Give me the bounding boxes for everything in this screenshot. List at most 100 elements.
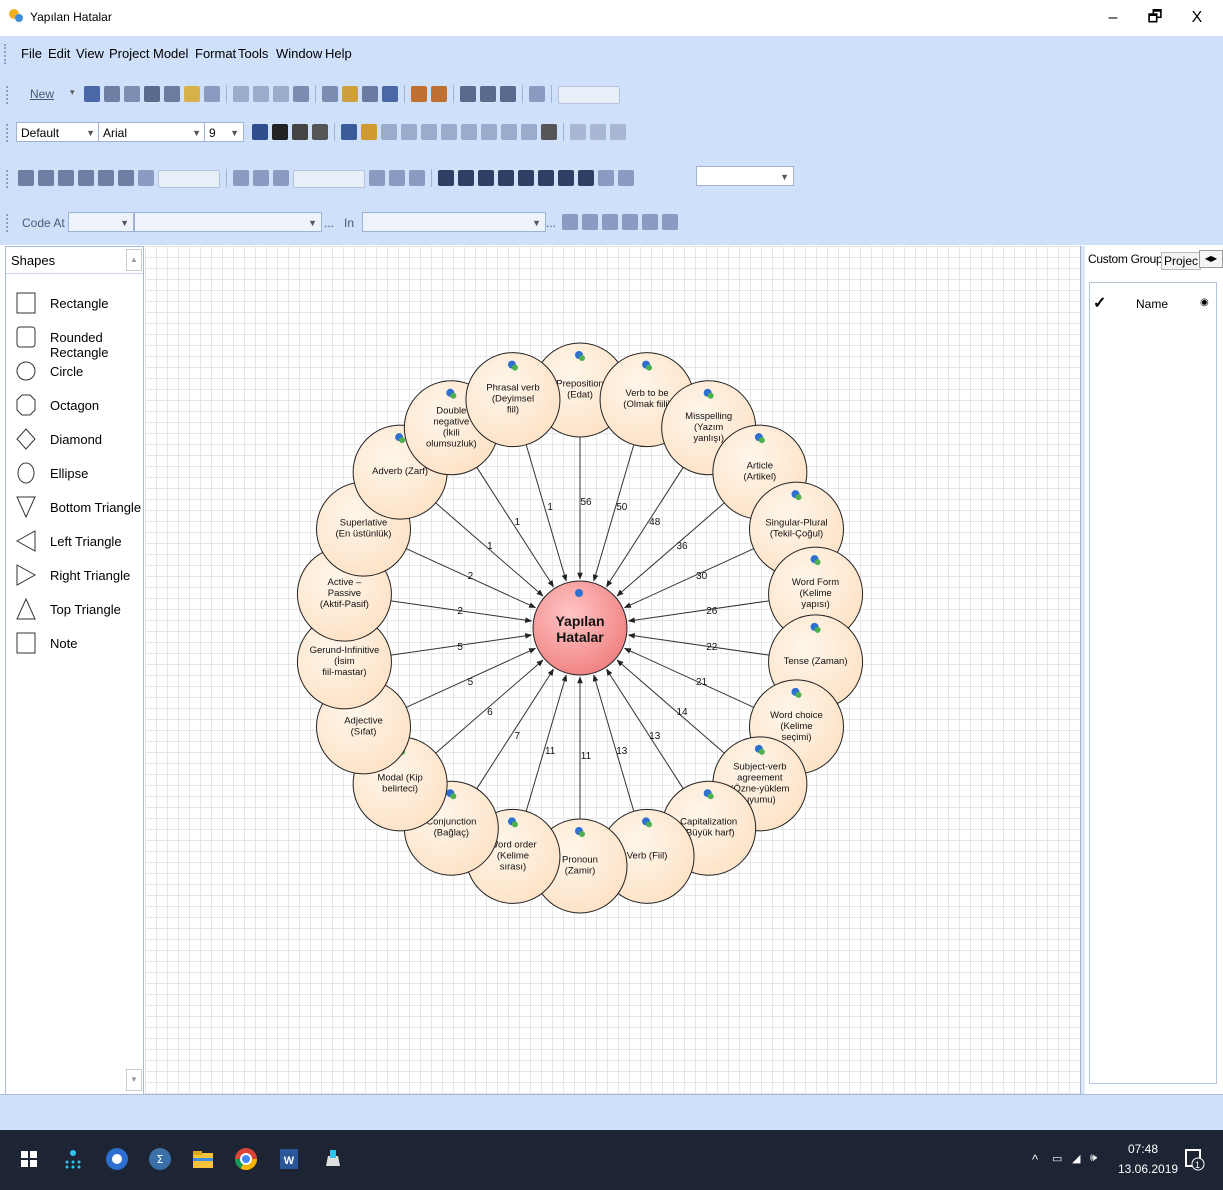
- word-icon[interactable]: W: [274, 1144, 304, 1174]
- relationship-arrow[interactable]: [525, 444, 568, 582]
- distribute-icon[interactable]: [253, 86, 269, 102]
- graph-icon[interactable]: [529, 86, 545, 102]
- rewind-icon[interactable]: [78, 170, 94, 186]
- scroll-down-button[interactable]: ▼: [126, 1069, 142, 1091]
- copy-icon[interactable]: [164, 86, 180, 102]
- print-icon[interactable]: [104, 86, 120, 102]
- shape-left-triangle[interactable]: Left Triangle: [6, 525, 143, 559]
- in-dropdown[interactable]: ▼: [362, 212, 546, 232]
- tray-monitor-icon[interactable]: ▭: [1052, 1152, 1062, 1165]
- shape-octagon[interactable]: Octagon: [6, 389, 143, 423]
- filter-icon[interactable]: [480, 86, 496, 102]
- play-icon[interactable]: [18, 170, 34, 186]
- bullets-icon[interactable]: [501, 124, 517, 140]
- uncode-icon[interactable]: [582, 214, 598, 230]
- detail-icon[interactable]: [558, 170, 574, 186]
- paste-icon[interactable]: [184, 86, 200, 102]
- sort-icon[interactable]: [460, 86, 476, 102]
- code-in-vivo-icon[interactable]: [602, 214, 618, 230]
- shape-rounded-rectangle[interactable]: Rounded Rectangle: [6, 321, 143, 360]
- shrink-icon[interactable]: [618, 170, 634, 186]
- shape-ellipse[interactable]: Ellipse: [6, 457, 143, 491]
- model-diagram[interactable]: 56 504836302622211413131111765522111Prepo…: [145, 246, 1080, 1094]
- bold-icon[interactable]: [272, 124, 288, 140]
- action-center-icon[interactable]: [1178, 1144, 1208, 1174]
- expand-icon[interactable]: [578, 170, 594, 186]
- link-icon[interactable]: [342, 86, 358, 102]
- groups-list[interactable]: ✓ Name ◉: [1089, 282, 1217, 1084]
- new-button[interactable]: New: [30, 87, 54, 101]
- category-node[interactable]: Phrasal verb(Deyimselfiil): [465, 352, 561, 448]
- columns-icon[interactable]: [518, 170, 534, 186]
- relationship-arrow[interactable]: [592, 444, 635, 582]
- minimize-button[interactable]: –: [1098, 6, 1128, 30]
- shape-top-triangle[interactable]: Top Triangle: [6, 593, 143, 627]
- style-dropdown[interactable]: Default ▼: [16, 122, 100, 142]
- code-node-dropdown[interactable]: ▼: [134, 212, 322, 232]
- annotate-icon[interactable]: [642, 214, 658, 230]
- numbering-icon[interactable]: [521, 124, 537, 140]
- relationship-arrow[interactable]: [616, 659, 725, 754]
- shape-circle[interactable]: Circle: [6, 355, 143, 389]
- tab-custom-groups[interactable]: Custom Groups: [1088, 252, 1168, 266]
- close-button[interactable]: X: [1182, 6, 1212, 30]
- font-size-dropdown[interactable]: 9 ▼: [204, 122, 244, 142]
- in-browse[interactable]: ...: [546, 216, 556, 230]
- menu-project[interactable]: Project: [109, 46, 149, 61]
- diagram-canvas[interactable]: 56 50 48 36 30 26 22 21 14 13 13 11 11 7 6 5 5 2 2 1 1 1 Prepo…: [145, 246, 1080, 1094]
- collapse-icon[interactable]: [598, 170, 614, 186]
- memo-icon[interactable]: [662, 214, 678, 230]
- relation-icon[interactable]: [362, 86, 378, 102]
- menu-view[interactable]: View: [76, 46, 104, 61]
- tab-project[interactable]: Projec: [1161, 252, 1202, 270]
- menu-model[interactable]: Model: [153, 46, 188, 61]
- justify-icon[interactable]: [441, 124, 457, 140]
- refresh-icon[interactable]: [610, 124, 626, 140]
- scanner-app-icon[interactable]: [318, 1144, 348, 1174]
- last-icon[interactable]: [118, 170, 134, 186]
- run-icon[interactable]: [409, 170, 425, 186]
- layout-icon[interactable]: [273, 86, 289, 102]
- underline-icon[interactable]: [312, 124, 328, 140]
- shape-right-triangle[interactable]: Right Triangle: [6, 559, 143, 593]
- windows-start-icon[interactable]: [14, 1144, 44, 1174]
- relationship-arrow[interactable]: [592, 674, 635, 812]
- tray-chevron-icon[interactable]: ^: [1032, 1152, 1038, 1167]
- task-view-icon[interactable]: [58, 1144, 88, 1174]
- shape-bottom-triangle[interactable]: Bottom Triangle: [6, 491, 143, 525]
- menu-edit[interactable]: Edit: [48, 46, 70, 61]
- fast-forward-icon[interactable]: [98, 170, 114, 186]
- align-right-icon[interactable]: [421, 124, 437, 140]
- indent-icon[interactable]: [461, 124, 477, 140]
- chrome-icon[interactable]: [231, 1144, 261, 1174]
- tab-scroll-arrows[interactable]: ◀▶: [1199, 250, 1223, 268]
- shape-diamond[interactable]: Diamond: [6, 423, 143, 457]
- find-icon[interactable]: [541, 124, 557, 140]
- save-icon[interactable]: [84, 86, 100, 102]
- visibility-icon[interactable]: ◉: [1200, 297, 1209, 308]
- italic-icon[interactable]: [292, 124, 308, 140]
- relationship-arrow[interactable]: [616, 502, 725, 597]
- code-at-dropdown[interactable]: ▼: [68, 212, 134, 232]
- outdent-icon[interactable]: [481, 124, 497, 140]
- relationship-arrow[interactable]: [525, 674, 568, 812]
- name-column-header[interactable]: Name: [1136, 297, 1168, 311]
- file-explorer-icon[interactable]: [188, 1144, 218, 1174]
- scroll-up-button[interactable]: ▲: [126, 249, 142, 271]
- menu-file[interactable]: File: [21, 46, 42, 61]
- forward-icon[interactable]: [590, 124, 606, 140]
- relationship-arrow[interactable]: [606, 668, 684, 789]
- rows-icon[interactable]: [538, 170, 554, 186]
- globe-icon[interactable]: [382, 86, 398, 102]
- shape-note[interactable]: Note: [6, 627, 143, 661]
- grid-icon[interactable]: [438, 170, 454, 186]
- zoom-slider[interactable]: [558, 86, 620, 104]
- shape-rectangle[interactable]: Rectangle: [6, 287, 143, 321]
- stop-icon[interactable]: [38, 170, 54, 186]
- spread-icon[interactable]: [622, 214, 638, 230]
- code-icon[interactable]: [562, 214, 578, 230]
- first-icon[interactable]: [58, 170, 74, 186]
- filter-icon[interactable]: [273, 170, 289, 186]
- matrix-icon[interactable]: [478, 170, 494, 186]
- zoom-out-icon[interactable]: [431, 86, 447, 102]
